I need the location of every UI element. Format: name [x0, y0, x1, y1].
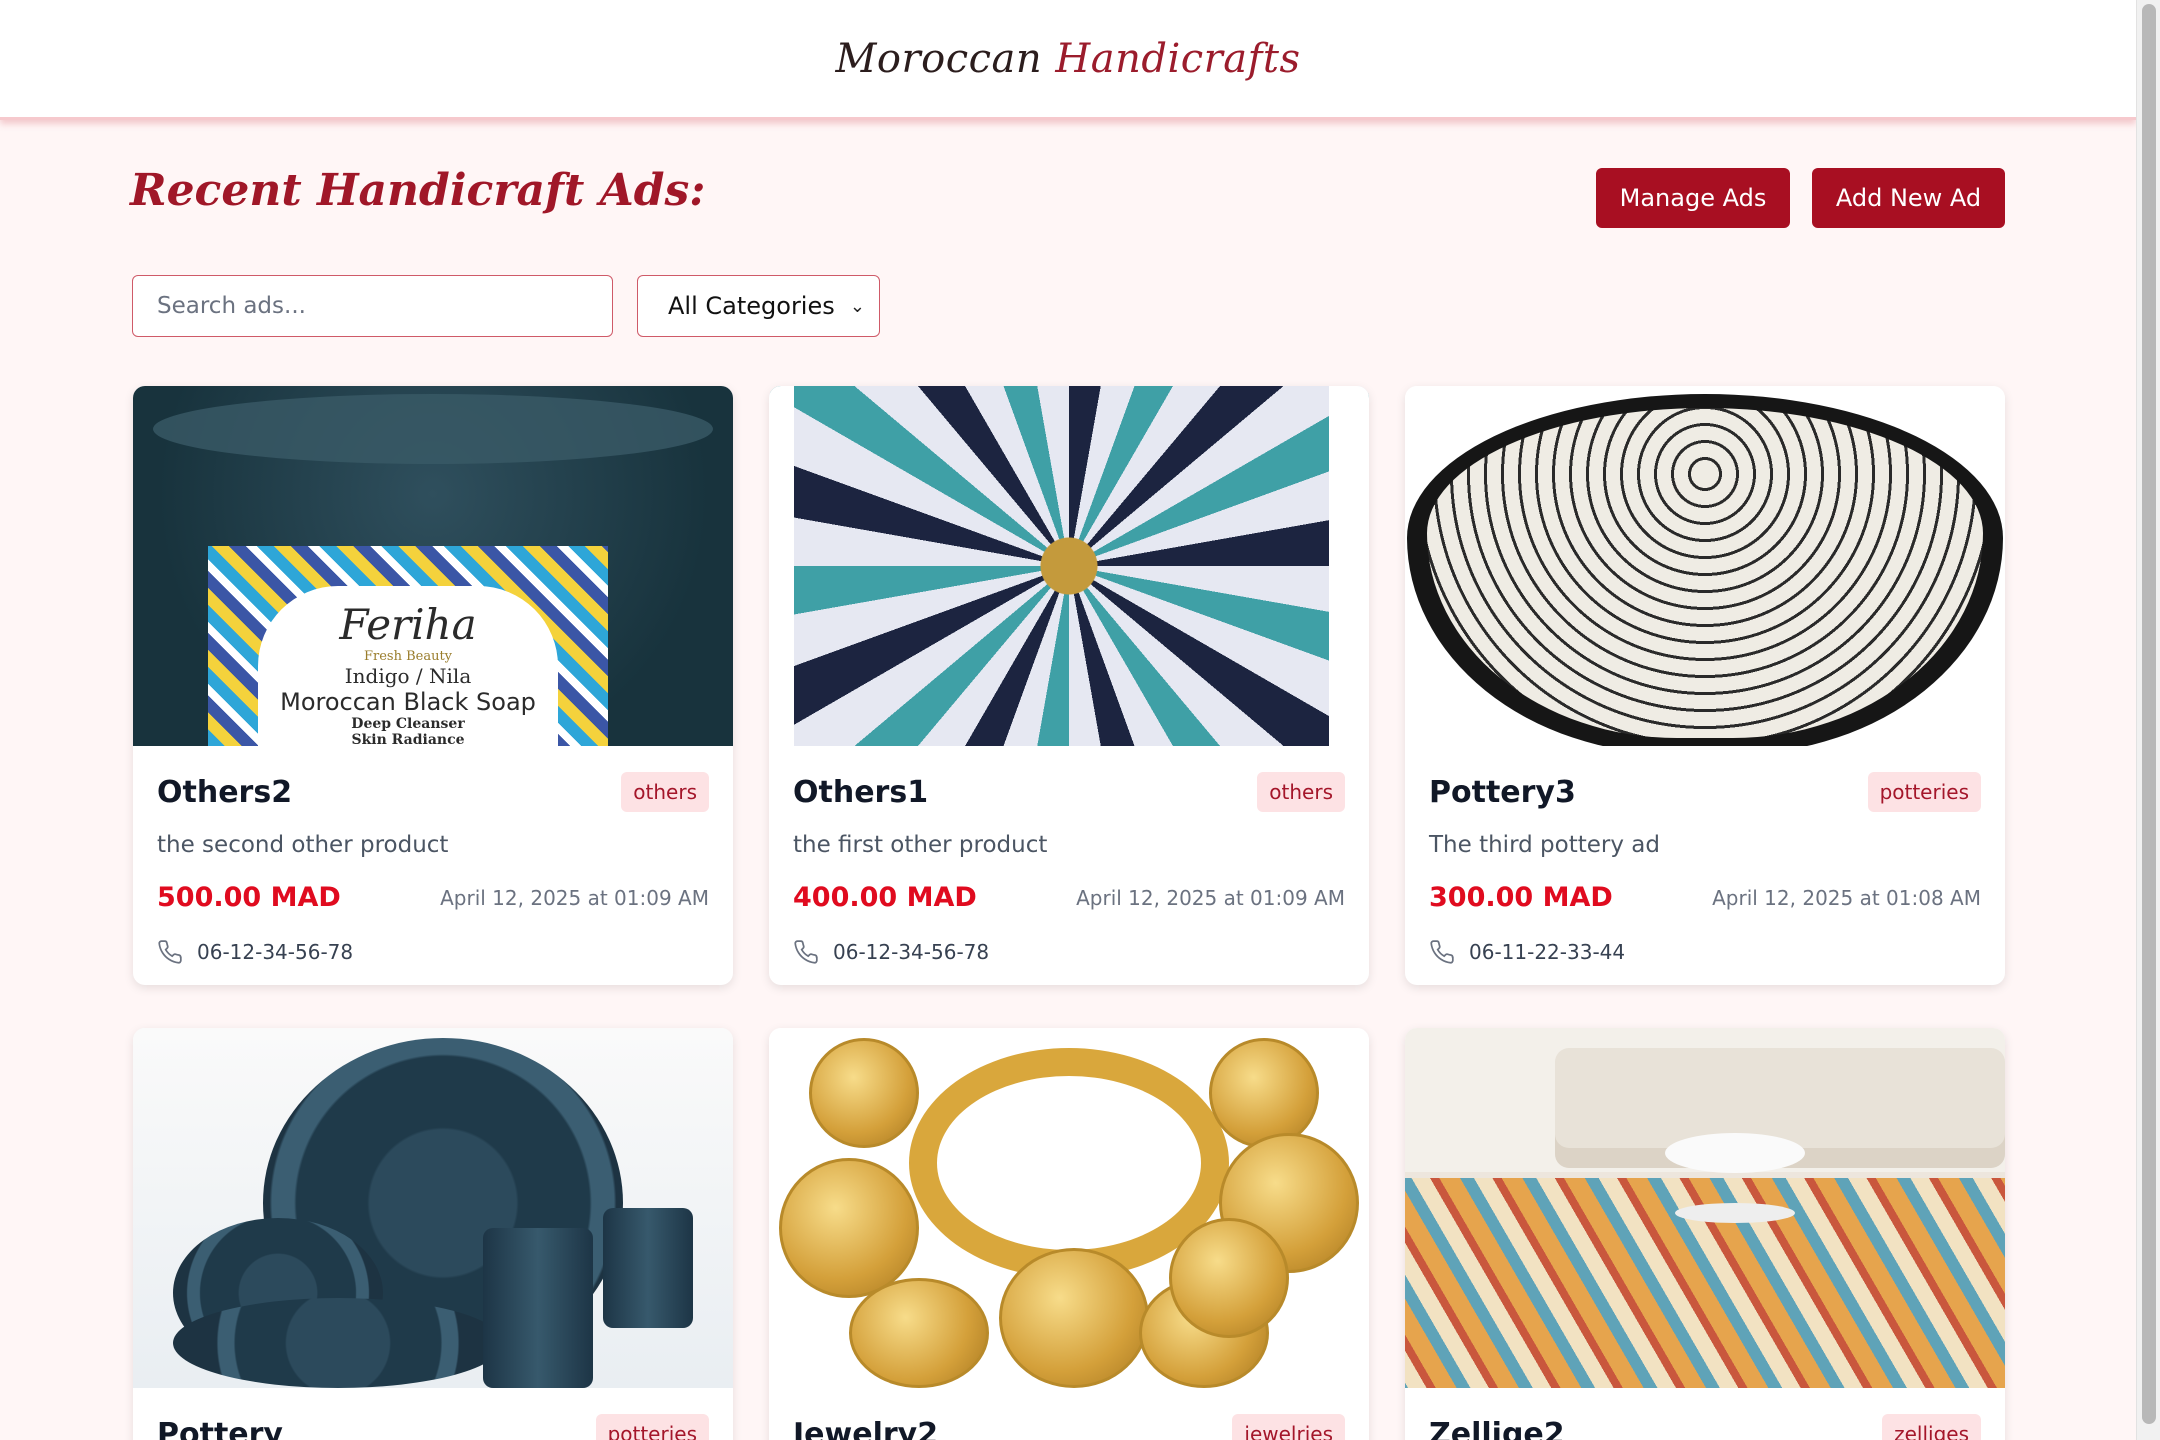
ad-date: April 12, 2025 at 01:08 AM: [1712, 885, 1981, 910]
ad-price: 400.00 MAD: [793, 882, 977, 913]
image-line1-text: Indigo / Nila: [344, 664, 472, 688]
ad-price: 300.00 MAD: [1429, 882, 1613, 913]
ad-card[interactable]: Feriha Fresh Beauty Indigo / Nila Morocc…: [133, 386, 733, 985]
phone-number: 06-12-34-56-78: [197, 940, 354, 964]
category-badge: others: [1257, 772, 1345, 812]
search-input[interactable]: [132, 275, 613, 337]
ad-card[interactable]: Jewelry2 jewelries: [769, 1028, 1369, 1440]
ad-price: 500.00 MAD: [157, 882, 341, 913]
category-badge: others: [621, 772, 709, 812]
ad-image: [133, 1028, 733, 1388]
phone-icon: [1430, 940, 1454, 964]
ad-title[interactable]: Others1: [793, 775, 928, 810]
image-line3-text: Deep Cleanser: [351, 716, 465, 732]
category-select-value: All Categories: [668, 292, 835, 320]
chevron-down-icon: ⌄: [849, 295, 865, 317]
page-title: Recent Handicraft Ads:: [130, 165, 706, 216]
ad-image: [769, 1028, 1369, 1388]
phone-number: 06-12-34-56-78: [833, 940, 990, 964]
phone-icon: [158, 940, 182, 964]
ad-image: Feriha Fresh Beauty Indigo / Nila Morocc…: [133, 386, 733, 746]
ad-title[interactable]: Jewelry2: [793, 1417, 938, 1440]
category-badge: zelliges: [1882, 1414, 1981, 1440]
ad-card[interactable]: Zellige2 zelliges: [1405, 1028, 2005, 1440]
brand-logo[interactable]: Moroccan Handicrafts: [835, 36, 1300, 82]
image-tag-text: Fresh Beauty: [363, 649, 453, 664]
category-badge: potteries: [1867, 772, 1981, 812]
ad-date: April 12, 2025 at 01:09 AM: [440, 885, 709, 910]
ad-card[interactable]: Others1 others the first other product 4…: [769, 386, 1369, 985]
ad-description: the second other product: [157, 832, 449, 858]
site-header: Moroccan Handicrafts: [0, 0, 2136, 120]
ad-description: The third pottery ad: [1429, 832, 1660, 858]
phone-icon: [794, 940, 818, 964]
category-select[interactable]: All Categories ⌄: [637, 275, 880, 337]
add-new-ad-button[interactable]: Add New Ad: [1812, 168, 2005, 228]
scrollbar-thumb[interactable]: [2142, 4, 2156, 1424]
image-line2-text: Moroccan Black Soap: [280, 688, 536, 716]
ad-date: April 12, 2025 at 01:09 AM: [1076, 885, 1345, 910]
ad-title[interactable]: Pottery: [157, 1417, 283, 1440]
ad-card[interactable]: Pottery3 potteries The third pottery ad …: [1405, 386, 2005, 985]
ad-title[interactable]: Others2: [157, 775, 292, 810]
ad-image: [1405, 386, 2005, 746]
brand-second-word: Handicrafts: [1055, 35, 1301, 82]
image-brand-text: Feriha: [339, 600, 477, 649]
category-badge: jewelries: [1232, 1414, 1345, 1440]
ad-title[interactable]: Zellige2: [1429, 1417, 1565, 1440]
ad-card[interactable]: Pottery potteries: [133, 1028, 733, 1440]
page-scrollbar[interactable]: [2136, 0, 2160, 1440]
category-badge: potteries: [595, 1414, 709, 1440]
ad-description: the first other product: [793, 832, 1048, 858]
ad-phone: 06-11-22-33-44: [1429, 939, 1981, 965]
image-line4-text: Skin Radiance: [351, 732, 465, 746]
phone-number: 06-11-22-33-44: [1469, 940, 1626, 964]
ad-phone: 06-12-34-56-78: [157, 939, 709, 965]
manage-ads-button[interactable]: Manage Ads: [1596, 168, 1790, 228]
ad-image: [1405, 1028, 2005, 1388]
ad-title[interactable]: Pottery3: [1429, 775, 1576, 810]
ad-phone: 06-12-34-56-78: [793, 939, 1345, 965]
ad-image: [769, 386, 1369, 746]
brand-first-word: Moroccan: [835, 35, 1043, 82]
